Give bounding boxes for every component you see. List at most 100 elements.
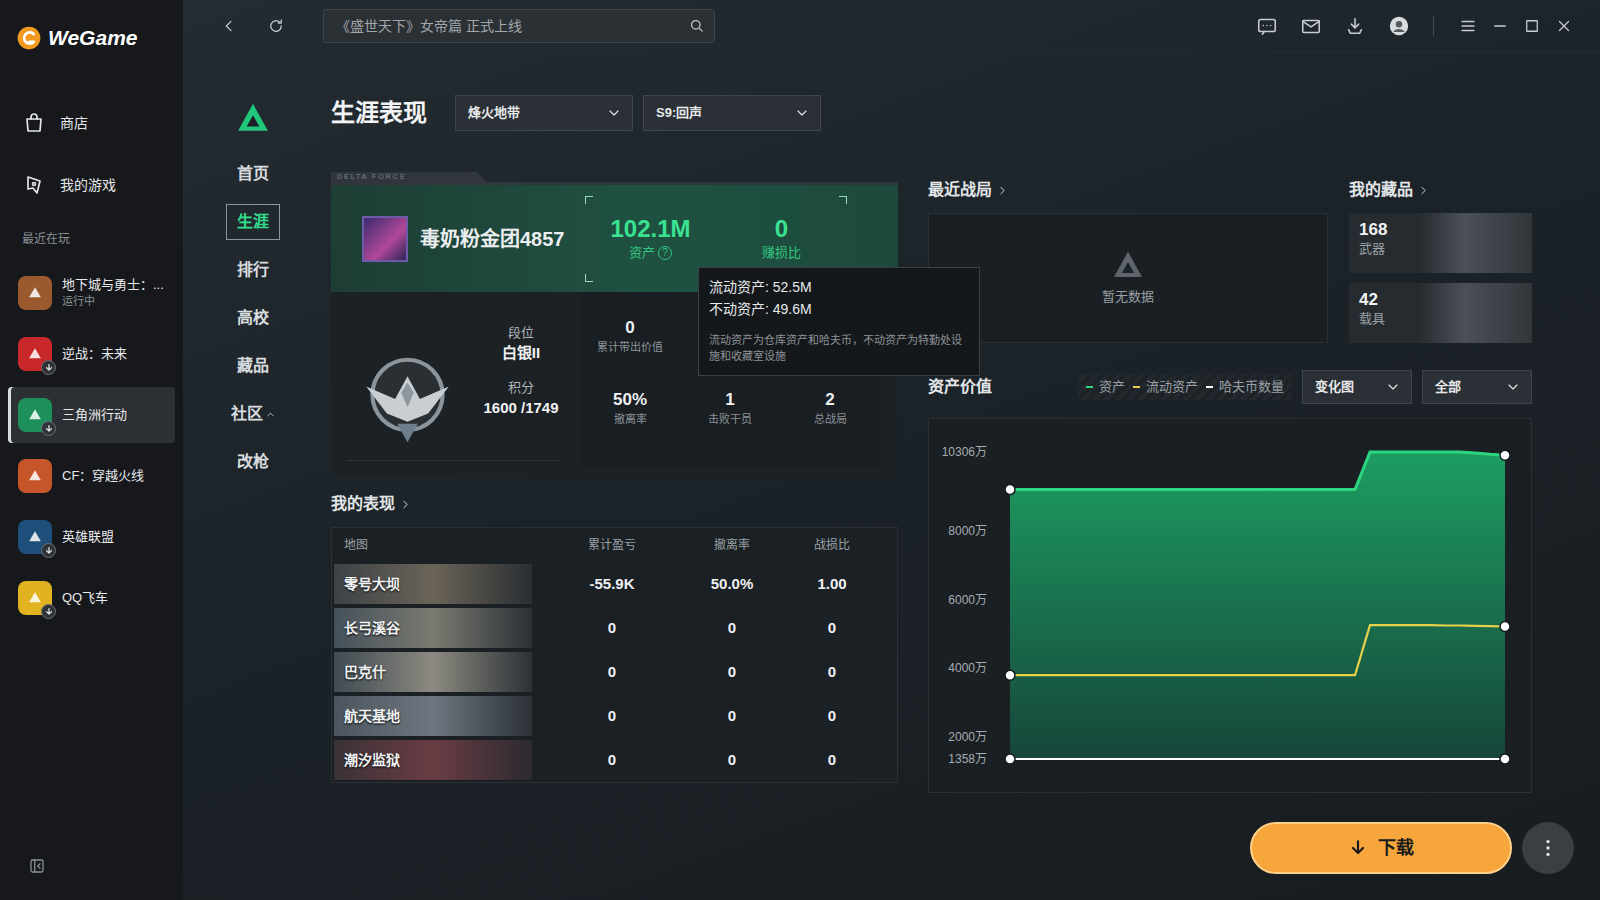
search-icon[interactable] (688, 17, 705, 34)
game-nav-item[interactable]: 首页 (226, 156, 280, 192)
mail-icon[interactable] (1299, 14, 1323, 38)
recent-game-item[interactable]: 三角洲行动 (8, 387, 175, 443)
game-icon (18, 398, 52, 432)
game-nav-item[interactable]: 藏品 (226, 348, 280, 384)
game-name: QQ飞车 (62, 590, 108, 607)
tile-text: 168武器 (1349, 213, 1419, 273)
chevron-down-icon (1505, 379, 1521, 395)
table-cell: 0 (557, 661, 667, 684)
chat-icon[interactable] (1255, 14, 1279, 38)
refresh-icon[interactable] (267, 17, 285, 35)
sidebar-item[interactable]: 我的游戏 (0, 163, 183, 207)
collection-header[interactable]: 我的藏品 (1349, 172, 1532, 208)
recent-battles-header-title: 最近战局 (928, 178, 992, 202)
collection-tile[interactable]: 168武器 (1349, 213, 1532, 273)
help-badge[interactable]: ? (658, 246, 672, 260)
table-row[interactable]: 长弓溪谷000 (332, 606, 897, 650)
recent-battles-header[interactable]: 最近战局 (928, 172, 1328, 208)
wegame-logo[interactable]: WeGame (0, 20, 183, 56)
search-box (323, 9, 715, 43)
stat-cell: 0累计带出价值 (580, 316, 680, 378)
avatar-icon[interactable] (1387, 14, 1411, 38)
table-cell: 1.00 (797, 573, 867, 596)
game-nav: 首页生涯排行高校藏品社区改枪 (183, 53, 323, 900)
wegame-logo-icon (16, 25, 42, 51)
chart-canvas: 10306万8000万6000万4000万2000万1358万 (929, 419, 1531, 792)
maximize-icon[interactable] (1520, 14, 1544, 38)
downloads-icon[interactable] (1343, 14, 1367, 38)
table-cell: 0 (557, 705, 667, 728)
collapse-icon (28, 857, 46, 875)
chevron-down-icon (794, 105, 810, 121)
recent-games-label: 最近在玩 (0, 229, 183, 249)
legend-label: 流动资产 (1146, 377, 1198, 397)
game-text: 地下城与勇士：...运行中 (62, 277, 164, 308)
assets-value: 102.1M (610, 215, 690, 244)
player-identity: 毒奶粉金团4857 (331, 216, 585, 262)
game-icon (18, 459, 52, 493)
chart-range-dropdown[interactable]: 全部 (1422, 370, 1532, 404)
top-bar (183, 0, 1600, 53)
column-header: 撤离率 (667, 536, 797, 554)
legend-item[interactable]: 流动资产 (1133, 377, 1198, 397)
recent-battles-panel: 暂无数据 (928, 213, 1328, 343)
table-cell: 0 (797, 749, 867, 772)
chevron-right-icon (1417, 184, 1430, 197)
game-icon (18, 337, 52, 371)
delta-force-logo-icon[interactable] (235, 101, 271, 135)
search-input[interactable] (323, 9, 715, 43)
legend-swatch (1206, 386, 1213, 388)
mode-dropdown[interactable]: 烽火地带 (455, 95, 633, 131)
table-row[interactable]: 潮汐监狱000 (332, 738, 897, 782)
assets-tooltip: 流动资产: 52.5M不动资产: 49.6M流动资产为仓库资产和哈夫币，不动资产… (698, 267, 980, 376)
game-nav-label: 高校 (237, 306, 269, 330)
stat-cell: 1击败干员 (680, 388, 780, 450)
tick-label: 10306万 (942, 445, 987, 459)
game-icon (18, 520, 52, 554)
game-text: QQ飞车 (62, 590, 108, 607)
game-nav-item[interactable]: 排行 (226, 252, 280, 288)
table-row[interactable]: 巴克什000 (332, 650, 897, 694)
performance-header[interactable]: 我的表现 (331, 489, 898, 519)
game-text: 英雄联盟 (62, 529, 114, 546)
tile-label: 武器 (1359, 241, 1419, 258)
recent-game-item[interactable]: CF：穿越火线 (8, 448, 175, 504)
recent-game-item[interactable]: 英雄联盟 (8, 509, 175, 565)
sidebar-item-label: 商店 (60, 113, 88, 134)
legend-label: 资产 (1099, 377, 1125, 397)
collection-tile[interactable]: 42载具 (1349, 283, 1532, 343)
recent-game-item[interactable]: 地下城与勇士：...运行中 (8, 265, 175, 321)
chart-view-dropdown[interactable]: 变化图 (1302, 370, 1412, 404)
more-button[interactable] (1522, 822, 1574, 874)
map-cell: 长弓溪谷 (332, 608, 557, 648)
game-nav-item[interactable]: 社区 (220, 396, 287, 432)
data-point (1500, 622, 1510, 632)
mode-dropdown-value: 烽火地带 (468, 103, 520, 123)
performance-header-title: 我的表现 (331, 492, 395, 516)
rank-emblem-icon (360, 320, 455, 477)
back-icon[interactable] (221, 15, 237, 37)
assets-metric[interactable]: 102.1M资产? (585, 215, 716, 262)
legend-item[interactable]: 资产 (1086, 377, 1125, 397)
game-nav-item[interactable]: 生涯 (226, 204, 280, 240)
table-row[interactable]: 零号大坝-55.9K50.0%1.00 (332, 562, 897, 606)
season-dropdown[interactable]: S9:回声 (643, 95, 821, 131)
download-button[interactable]: 下载 (1250, 822, 1512, 874)
game-nav-item[interactable]: 高校 (226, 300, 280, 336)
ratio-value: 0 (775, 215, 788, 244)
main-area: 首页生涯排行高校藏品社区改枪 生涯表现烽火地带S9:回声DELTA FORCE毒… (183, 0, 1600, 900)
menu-icon[interactable] (1456, 14, 1480, 38)
column-header: 累计盈亏 (557, 536, 667, 554)
game-name: CF：穿越火线 (62, 468, 144, 485)
wegame-window: WeGame 商店我的游戏最近在玩地下城与勇士：...运行中逆战：未来三角洲行动 C… (0, 0, 1600, 900)
recent-game-item[interactable]: QQ飞车 (8, 570, 175, 626)
game-nav-item[interactable]: 改枪 (226, 444, 280, 480)
sidebar-item[interactable]: 商店 (0, 101, 183, 145)
map-cell: 潮汐监狱 (332, 740, 557, 780)
legend-item[interactable]: 哈夫币数量 (1206, 377, 1284, 397)
close-icon[interactable] (1552, 14, 1576, 38)
collapse-sidebar[interactable] (0, 857, 183, 900)
table-row[interactable]: 航天基地000 (332, 694, 897, 738)
minimize-icon[interactable] (1488, 14, 1512, 38)
recent-game-item[interactable]: 逆战：未来 (8, 326, 175, 382)
